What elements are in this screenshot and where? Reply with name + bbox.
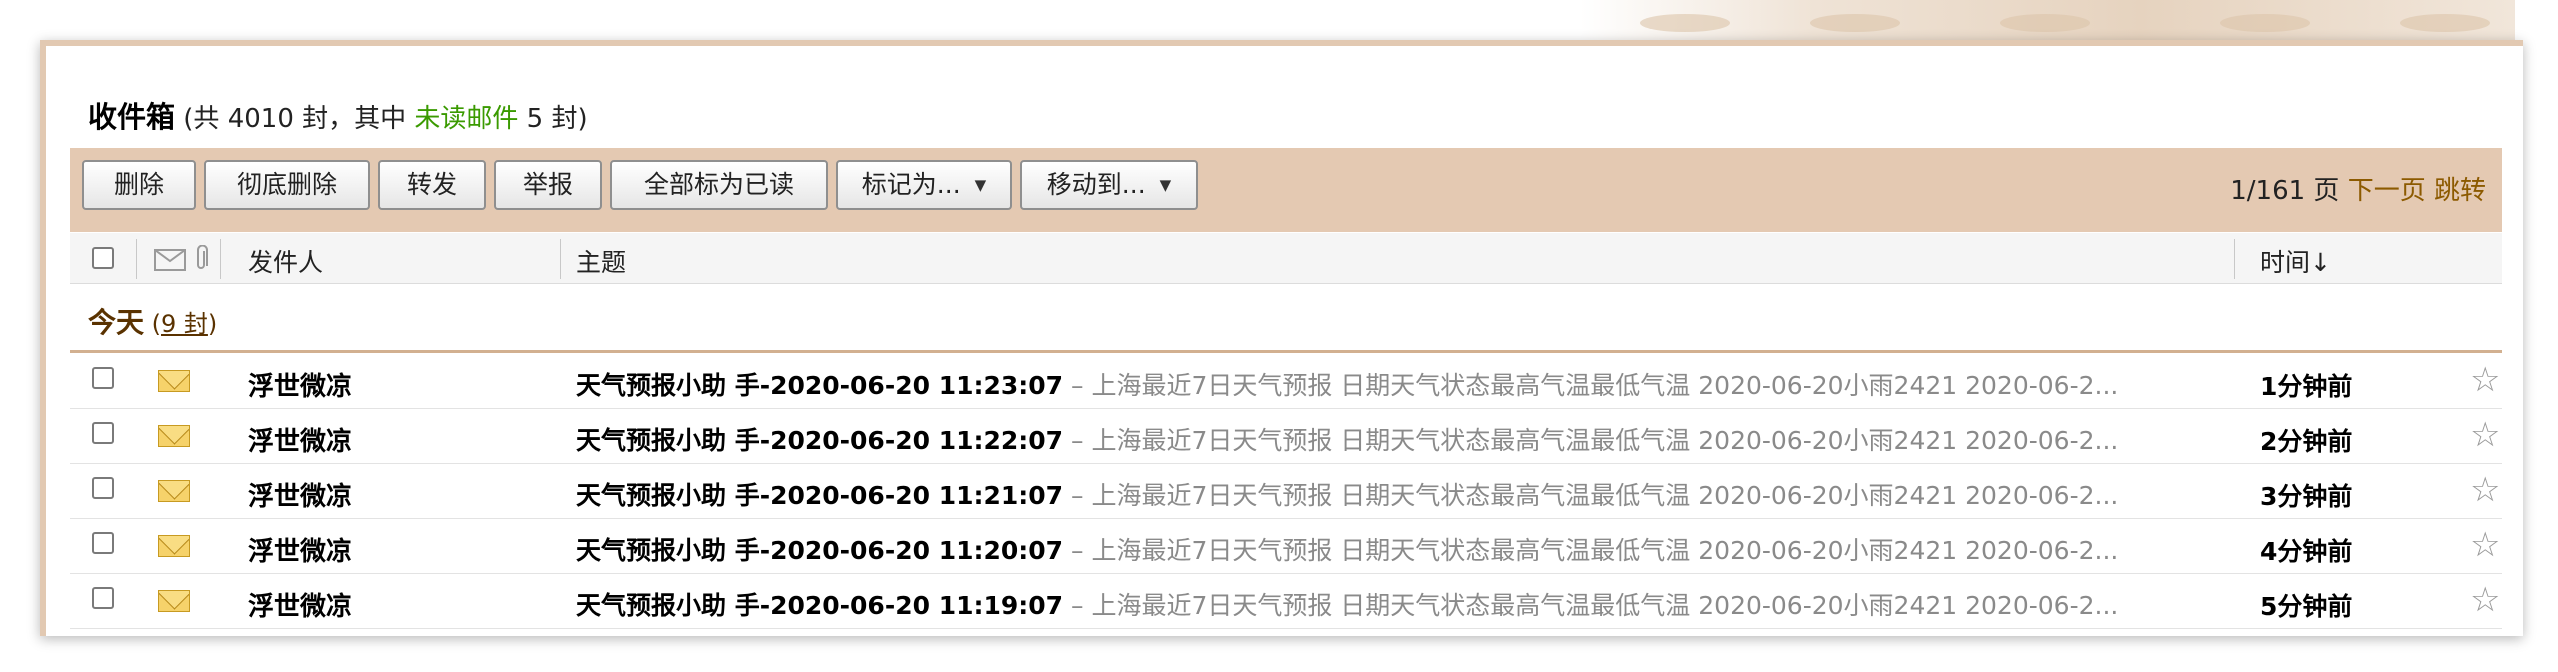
email-subject: 天气预报小助 手-2020-06-20 11:21:07 [576,481,1063,510]
permanent-delete-button[interactable]: 彻底删除 [204,160,370,210]
permanent-delete-label: 彻底删除 [237,170,337,199]
delete-button[interactable]: 删除 [82,160,196,210]
select-all-checkbox[interactable] [92,247,114,269]
column-sender[interactable]: 发件人 [248,243,323,279]
star-icon[interactable]: ☆ [2470,470,2500,510]
email-subject: 天气预报小助 手-2020-06-20 11:19:07 [576,591,1063,620]
move-to-dropdown[interactable]: 移动到... ▼ [1020,160,1198,210]
email-sender[interactable]: 浮世微凉 [248,421,352,458]
email-subject: 天气预报小助 手-2020-06-20 11:20:07 [576,536,1063,565]
delete-button-label: 删除 [114,170,164,199]
inbox-label: 收件箱 [88,100,175,134]
email-time: 2分钟前 [2260,422,2352,458]
group-paren-open: ( [144,310,161,338]
envelope-icon [158,480,190,502]
email-subject-line[interactable]: 天气预报小助 手-2020-06-20 11:23:07 – 上海最近7日天气预… [576,366,2256,402]
forward-button-label: 转发 [407,170,457,199]
unread-mail-link[interactable]: 未读邮件 [414,104,518,134]
email-preview: – 上海最近7日天气预报 日期天气状态最高气温最低气温 2020-06-20小雨… [1063,536,2118,565]
list-header: 发件人 主题 时间↓ [70,233,2502,284]
inbox-count-prefix: (共 4010 封，其中 [175,104,414,134]
email-row[interactable]: 浮世微凉 天气预报小助 手-2020-06-20 11:20:07 – 上海最近… [70,519,2502,574]
mark-all-read-button[interactable]: 全部标为已读 [610,160,828,210]
star-icon[interactable]: ☆ [2470,360,2500,400]
jump-page-link[interactable]: 跳转 [2434,176,2486,206]
email-row[interactable]: 浮世微凉 天气预报小助 手-2020-06-20 11:22:07 – 上海最近… [70,409,2502,464]
star-icon[interactable]: ☆ [2470,580,2500,620]
email-preview: – 上海最近7日天气预报 日期天气状态最高气温最低气温 2020-06-20小雨… [1063,426,2118,455]
row-checkbox[interactable] [92,587,114,609]
row-checkbox[interactable] [92,422,114,444]
envelope-icon [158,370,190,392]
page-info: 1/161 页 [2230,176,2339,206]
email-subject-line[interactable]: 天气预报小助 手-2020-06-20 11:20:07 – 上海最近7日天气预… [576,531,2256,567]
email-sender[interactable]: 浮世微凉 [248,366,352,403]
pagination: 1/161 页 下一页 跳转 [2230,170,2486,207]
mail-toolbar: 删除 彻底删除 转发 举报 全部标为已读 标记为... ▼ 移动到... ▼ 1/1… [70,148,2502,232]
email-subject: 天气预报小助 手-2020-06-20 11:22:07 [576,426,1063,455]
envelope-icon [158,590,190,612]
email-preview: – 上海最近7日天气预报 日期天气状态最高气温最低气温 2020-06-20小雨… [1063,371,2118,400]
next-page-link[interactable]: 下一页 [2348,176,2426,206]
star-icon[interactable]: ☆ [2470,525,2500,565]
column-divider [220,239,221,279]
chevron-down-icon: ▼ [975,162,987,208]
email-subject: 天气预报小助 手-2020-06-20 11:23:07 [576,371,1063,400]
move-to-label: 移动到... [1047,170,1146,199]
email-sender[interactable]: 浮世微凉 [248,586,352,623]
row-checkbox[interactable] [92,532,114,554]
column-divider [2234,239,2235,279]
email-subject-line[interactable]: 天气预报小助 手-2020-06-20 11:21:07 – 上海最近7日天气预… [576,476,2256,512]
paperclip-icon [194,245,208,273]
mark-all-read-label: 全部标为已读 [644,170,794,199]
email-time: 1分钟前 [2260,367,2352,403]
forward-button[interactable]: 转发 [378,160,486,210]
group-paren-close: ) [208,310,217,338]
inbox-title: 收件箱 (共 4010 封，其中 未读邮件 5 封) [88,94,588,136]
column-time-sort[interactable]: 时间↓ [2260,243,2331,279]
email-time: 5分钟前 [2260,587,2352,623]
email-row[interactable]: 浮世微凉 天气预报小助 手-2020-06-20 11:21:07 – 上海最近… [70,464,2502,519]
report-button-label: 举报 [523,170,573,199]
group-count-link[interactable]: 9 封 [161,310,208,338]
email-sender[interactable]: 浮世微凉 [248,476,352,513]
mark-as-label: 标记为... [862,170,961,199]
column-divider [136,239,137,279]
envelope-icon [154,249,186,271]
date-group-today: 今天 (9 封) [88,301,217,341]
group-divider [70,350,2502,353]
mail-list-panel: 收件箱 (共 4010 封，其中 未读邮件 5 封) 删除 彻底删除 转发 举报… [40,40,2523,636]
envelope-icon [158,535,190,557]
chevron-down-icon: ▼ [1160,162,1172,208]
email-time: 4分钟前 [2260,532,2352,568]
group-label: 今天 [88,306,144,339]
column-subject[interactable]: 主题 [576,243,626,279]
row-checkbox[interactable] [92,477,114,499]
email-row[interactable]: 浮世微凉 天气预报小助 手-2020-06-20 11:23:07 – 上海最近… [70,354,2502,409]
email-row[interactable]: 浮世微凉 天气预报小助 手-2020-06-20 11:19:07 – 上海最近… [70,574,2502,629]
email-preview: – 上海最近7日天气预报 日期天气状态最高气温最低气温 2020-06-20小雨… [1063,481,2118,510]
mark-as-dropdown[interactable]: 标记为... ▼ [836,160,1012,210]
envelope-icon [158,425,190,447]
report-button[interactable]: 举报 [494,160,602,210]
email-time: 3分钟前 [2260,477,2352,513]
email-subject-line[interactable]: 天气预报小助 手-2020-06-20 11:22:07 – 上海最近7日天气预… [576,421,2256,457]
email-subject-line[interactable]: 天气预报小助 手-2020-06-20 11:19:07 – 上海最近7日天气预… [576,586,2256,622]
star-icon[interactable]: ☆ [2470,415,2500,455]
row-checkbox[interactable] [92,367,114,389]
inbox-count-suffix: 5 封) [518,104,587,134]
email-sender[interactable]: 浮世微凉 [248,531,352,568]
email-preview: – 上海最近7日天气预报 日期天气状态最高气温最低气温 2020-06-20小雨… [1063,591,2118,620]
column-divider [560,239,561,279]
